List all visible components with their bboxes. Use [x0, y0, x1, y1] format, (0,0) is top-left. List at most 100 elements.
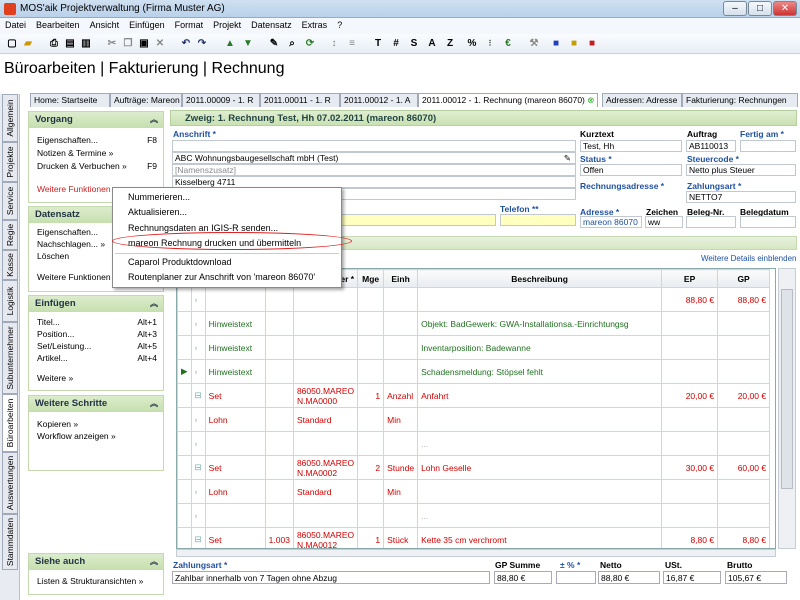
cell-mge[interactable]: [357, 407, 385, 432]
delete-icon[interactable]: ✕: [152, 36, 168, 52]
nachschlagen-link[interactable]: Nachschlagen... »: [37, 239, 105, 249]
print-icon[interactable]: ⎙: [46, 36, 62, 52]
menu-einfuegen[interactable]: Einfügen: [124, 18, 170, 32]
tree-node-icon[interactable]: ▫: [190, 359, 206, 384]
vtab-stammdaten[interactable]: Stammdaten: [2, 514, 18, 570]
cell-einh[interactable]: Stück: [383, 527, 419, 548]
cell-mge[interactable]: [357, 335, 385, 360]
table-row[interactable]: ▫ Lohn Standard Min: [177, 479, 771, 504]
cell-marker[interactable]: [177, 503, 192, 528]
cell-einh[interactable]: [383, 359, 419, 384]
tree-node-icon[interactable]: ▫: [190, 335, 206, 360]
percent-button[interactable]: %: [464, 36, 480, 52]
vtab-bueroarbeiten[interactable]: Büroarbeiten: [2, 394, 18, 452]
cell-ep[interactable]: [661, 407, 719, 432]
cell-ep[interactable]: 8,80 €: [661, 527, 719, 548]
menu-help[interactable]: ?: [332, 18, 347, 32]
col-header-mge[interactable]: Mge: [357, 269, 385, 288]
cell-nummer[interactable]: [292, 311, 359, 336]
edit-icon[interactable]: ✎: [266, 36, 282, 52]
weitere-details-link[interactable]: Weitere Details einblenden: [701, 254, 796, 263]
table-row[interactable]: ▫ 88,80 €88,80 €: [177, 287, 771, 312]
cell-mge[interactable]: [357, 503, 385, 528]
artikel-link[interactable]: Artikel...: [37, 353, 68, 363]
cell-pos[interactable]: [264, 503, 294, 528]
cell-beschr[interactable]: Objekt: BadGewerk: GWA-Installationsa.-E…: [417, 311, 663, 336]
cell-pos[interactable]: [264, 383, 294, 408]
cell-pos[interactable]: [264, 455, 294, 480]
cell-nummer[interactable]: 86050.MAREO N.MA0002: [292, 455, 359, 480]
tab-adressen[interactable]: Adressen: Adresse: [602, 93, 682, 107]
steuercode-field[interactable]: Netto plus Steuer: [686, 164, 796, 176]
cell-gp[interactable]: [717, 431, 771, 456]
menu-bearbeiten[interactable]: Bearbeiten: [31, 18, 85, 32]
minimize-button[interactable]: –: [723, 1, 747, 16]
menu-format[interactable]: Format: [170, 18, 209, 32]
cell-nummer[interactable]: [292, 335, 359, 360]
fertig-field[interactable]: [740, 140, 796, 152]
cell-type[interactable]: [204, 287, 266, 312]
cell-pos[interactable]: [264, 335, 294, 360]
move-down-icon[interactable]: ▼: [240, 36, 256, 52]
cell-marker[interactable]: [177, 431, 192, 456]
menu-projekt[interactable]: Projekt: [208, 18, 246, 32]
cell-beschr[interactable]: Anfahrt: [417, 383, 663, 408]
cell-nummer[interactable]: Standard: [292, 407, 359, 432]
menu-datei[interactable]: Datei: [0, 18, 31, 32]
tab-2011-00012-rechnung[interactable]: 2011.00012 - 1. Rechnung (mareon 86070) …: [418, 93, 598, 107]
cell-gp[interactable]: [717, 503, 771, 528]
lock-blue-icon[interactable]: ■: [548, 36, 564, 52]
undo-icon[interactable]: ↶: [178, 36, 194, 52]
cell-mge[interactable]: 1: [357, 383, 385, 408]
cell-nummer[interactable]: [292, 359, 359, 384]
table-row[interactable]: ▫ Hinweistext Objekt: BadGewerk: GWA-Insta…: [177, 311, 771, 336]
grid-horizontal-scrollbar[interactable]: [176, 549, 776, 557]
cell-ep[interactable]: 88,80 €: [661, 287, 719, 312]
panel-einfuegen-header[interactable]: Einfügen ︽: [29, 296, 163, 312]
ctx-aktualisieren[interactable]: Aktualisieren...: [128, 207, 187, 217]
tree-node-icon[interactable]: ▫: [190, 287, 206, 312]
vtab-projekte[interactable]: Projekte: [2, 142, 18, 182]
table-row[interactable]: ▫ Lohn Standard Min: [177, 407, 771, 432]
cell-ep[interactable]: 20,00 €: [661, 383, 719, 408]
vtab-logistik[interactable]: Logistik: [2, 280, 18, 322]
cell-type[interactable]: Set: [204, 455, 266, 480]
zeichen-field[interactable]: ww: [645, 216, 683, 228]
cell-ep[interactable]: [661, 335, 719, 360]
table-row[interactable]: ⊟ Set 1.003 86050.MAREO N.MA0012 1 Stück Kette…: [177, 527, 771, 548]
vtab-kasse[interactable]: Kasse: [2, 250, 18, 280]
telefon-field[interactable]: [500, 214, 576, 226]
cell-beschr[interactable]: Inventarposition: Badewanne: [417, 335, 663, 360]
lock-yellow-icon[interactable]: ■: [566, 36, 582, 52]
cell-pos[interactable]: [264, 359, 294, 384]
cell-type[interactable]: Lohn: [204, 479, 266, 504]
anschrift-line-1[interactable]: ABC Wohnungsbaugesellschaft mbH (Test) ✎: [172, 152, 576, 164]
col-header-gp[interactable]: GP: [717, 269, 771, 288]
s-button[interactable]: S: [406, 36, 422, 52]
ctx-caparol[interactable]: Caparol Produktdownload: [128, 257, 232, 267]
search-icon[interactable]: ⌕: [284, 36, 300, 52]
ds-weitere-funktionen-link[interactable]: Weitere Funktionen »: [37, 272, 118, 282]
table-row[interactable]: ▫ Hinweistext Inventarposition: Badewanne: [177, 335, 771, 360]
tree-node-icon[interactable]: ⊟: [190, 455, 206, 480]
cell-mge[interactable]: [357, 287, 385, 312]
col-header-ep[interactable]: EP: [661, 269, 719, 288]
ctx-nummerieren[interactable]: Nummerieren...: [128, 192, 190, 202]
new-document-icon[interactable]: ▢: [4, 36, 20, 52]
lock-red-icon[interactable]: ■: [584, 36, 600, 52]
auftrag-field[interactable]: AB110013: [686, 140, 736, 152]
tree-node-icon[interactable]: ⊟: [190, 527, 206, 548]
cell-pos[interactable]: [264, 479, 294, 504]
refresh-icon[interactable]: ⟳: [302, 36, 318, 52]
grid-vertical-scrollbar[interactable]: [778, 268, 796, 549]
weitere-funktionen-link[interactable]: Weitere Funktionen »: [37, 184, 118, 194]
cell-mge[interactable]: [357, 431, 385, 456]
cell-pos[interactable]: [264, 287, 294, 312]
cell-einh[interactable]: Anzahl: [383, 383, 419, 408]
cell-mge[interactable]: [357, 311, 385, 336]
cell-gp[interactable]: [717, 359, 771, 384]
workflow-link[interactable]: Workflow anzeigen »: [37, 431, 116, 441]
cell-mge[interactable]: 1: [357, 527, 385, 548]
zahlungsart-field[interactable]: NETTO7: [686, 191, 796, 203]
tree-node-icon[interactable]: ▫: [190, 503, 206, 528]
